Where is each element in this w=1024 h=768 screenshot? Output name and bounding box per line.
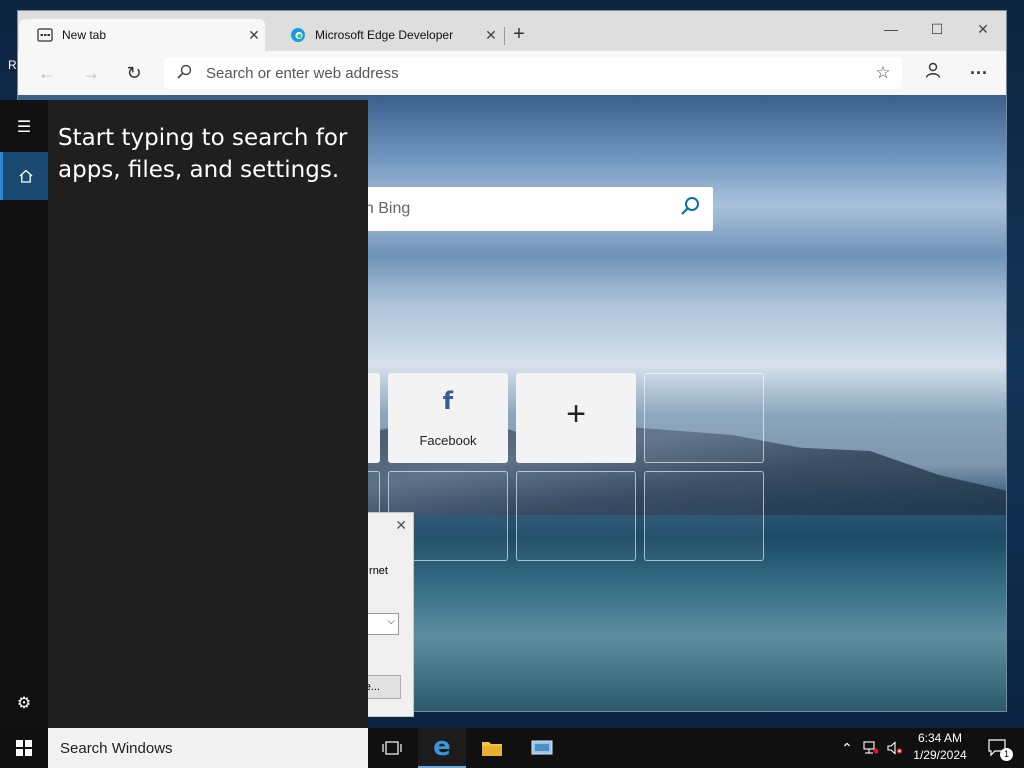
tab-edge-developer[interactable]: Microsoft Edge Developer ✕ <box>272 19 502 51</box>
back-button[interactable]: ← <box>32 59 62 87</box>
start-menu-rail: ☰ ⚙ <box>0 100 48 728</box>
taskbar: e ⌃ 6:34 AM 1/29/2024 1 <box>0 728 1024 768</box>
search-icon[interactable] <box>667 195 713 223</box>
folder-icon <box>482 742 502 756</box>
tab-separator <box>504 27 505 45</box>
action-center-button[interactable]: 1 <box>978 728 1018 768</box>
more-options-button[interactable]: ··· <box>964 59 994 87</box>
gear-icon[interactable]: ⚙ <box>0 680 48 728</box>
close-icon[interactable]: ✕ <box>395 517 407 534</box>
tab-title: Microsoft Edge Developer <box>315 28 454 42</box>
close-icon[interactable]: ✕ <box>480 27 502 44</box>
windows-logo-icon <box>16 740 32 756</box>
tab-new-tab[interactable]: New tab ✕ <box>19 19 265 51</box>
new-tab-page-icon <box>37 27 53 43</box>
clock-date: 1/29/2024 <box>913 748 967 762</box>
start-menu-search-pane: Start typing to search for apps, files, … <box>48 100 368 728</box>
clock-time: 6:34 AM <box>917 731 963 745</box>
server-manager-icon <box>531 740 553 755</box>
forward-button[interactable]: → <box>76 59 106 87</box>
start-button[interactable] <box>0 728 48 768</box>
refresh-button[interactable]: ↻ <box>119 59 149 87</box>
task-view-button[interactable] <box>368 728 416 768</box>
address-bar[interactable]: ☆ <box>164 57 902 89</box>
maximize-button[interactable]: ☐ <box>914 15 960 43</box>
desktop-icon-label-fragment: R <box>8 58 17 72</box>
notification-count-badge: 1 <box>1000 748 1013 761</box>
plus-icon: + <box>566 395 586 433</box>
address-input[interactable] <box>206 64 868 82</box>
close-window-button[interactable]: ✕ <box>960 15 1006 43</box>
close-icon[interactable]: ✕ <box>243 27 265 44</box>
search-icon <box>176 64 196 83</box>
bing-search-box[interactable]: h with Bing <box>318 187 713 231</box>
facebook-icon: f <box>442 387 454 415</box>
quick-link-facebook[interactable]: f Facebook <box>388 373 508 463</box>
edge-legacy-icon: e <box>433 732 451 762</box>
empty-tile[interactable] <box>644 471 764 561</box>
add-quick-link-tile[interactable]: + <box>516 373 636 463</box>
taskbar-edge-app[interactable]: e <box>418 728 466 768</box>
taskbar-file-explorer[interactable] <box>468 728 516 768</box>
show-hidden-icons-chevron[interactable]: ⌃ <box>836 728 858 768</box>
search-input[interactable] <box>48 739 368 757</box>
start-search-hint: Start typing to search for apps, files, … <box>58 125 348 183</box>
dialog-text-fragment: rnet <box>369 565 388 577</box>
tab-strip: New tab ✕ Microsoft Edge Developer ✕ + —… <box>18 11 1006 51</box>
chevron-down-icon: ⌵ <box>387 616 395 627</box>
edge-logo-icon <box>290 27 306 43</box>
new-tab-button[interactable]: + <box>508 23 530 47</box>
home-icon[interactable] <box>0 152 48 200</box>
browser-toolbar: ← → ↻ ☆ ··· <box>18 51 1006 95</box>
network-icon[interactable] <box>860 728 882 768</box>
empty-tile[interactable] <box>644 373 764 463</box>
empty-tile[interactable] <box>516 471 636 561</box>
hamburger-menu-icon[interactable]: ☰ <box>0 104 48 152</box>
bing-search-placeholder: h with Bing <box>332 200 411 217</box>
taskbar-search-box[interactable] <box>48 728 368 768</box>
profile-button[interactable] <box>918 59 948 87</box>
taskbar-server-manager[interactable] <box>518 728 566 768</box>
task-view-icon <box>382 741 402 755</box>
tab-title: New tab <box>62 28 107 42</box>
favorite-star-icon[interactable]: ☆ <box>868 63 898 83</box>
volume-muted-icon[interactable] <box>884 728 906 768</box>
minimize-button[interactable]: — <box>868 15 914 43</box>
person-icon <box>925 62 941 78</box>
tile-label: Facebook <box>419 433 477 448</box>
system-clock[interactable]: 6:34 AM 1/29/2024 <box>908 730 972 766</box>
